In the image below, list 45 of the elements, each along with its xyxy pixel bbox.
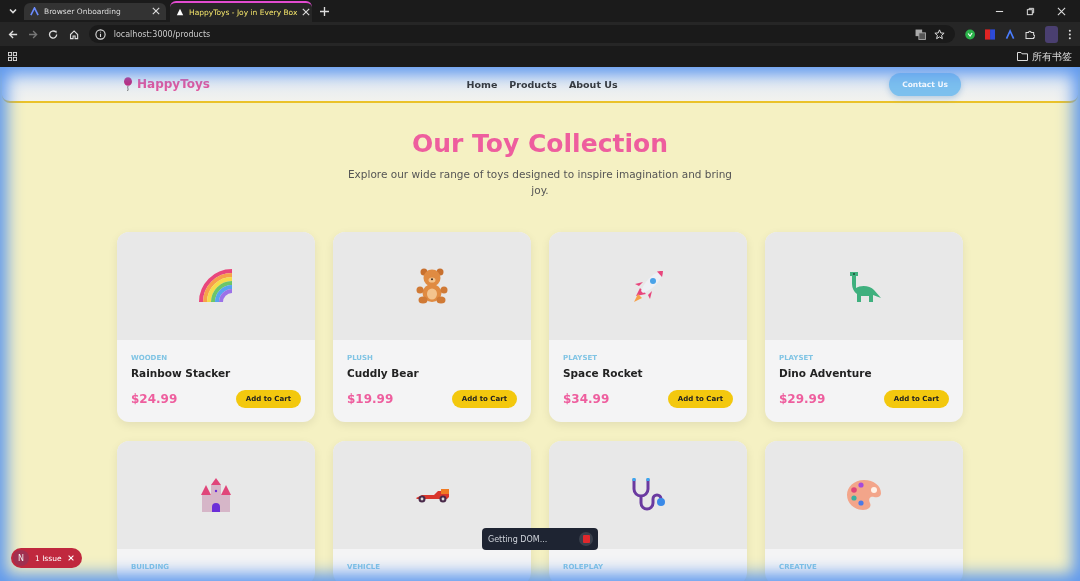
rainbow-icon [198,268,234,304]
product-price: $29.99 [779,392,826,406]
home-icon[interactable] [68,28,79,40]
all-bookmarks-button[interactable]: 所有书签 [1017,49,1072,64]
teddy-bear-icon [415,268,449,304]
page-subtitle: Explore our wide range of toys designed to inspire imagination and bring joy. [347,167,733,198]
nav-link[interactable]: Products [509,78,557,90]
race-car-icon [414,487,450,503]
nav-link[interactable]: Home [466,78,498,90]
stethoscope-icon [630,477,666,513]
product-name: Space Rocket [563,367,644,379]
chevron-down-icon [8,6,18,16]
close-icon[interactable] [152,7,160,15]
page-title: Our Toy Collection [412,129,668,158]
product-price: $19.99 [347,392,394,406]
tab-favicon-icon [176,8,184,16]
new-tab-icon[interactable] [320,6,329,16]
translate-icon[interactable] [914,28,926,40]
balloon-icon [123,77,133,91]
product-name: Rainbow Stacker [131,367,232,379]
status-text: Getting DOM... [488,534,548,544]
avatar-circle: N [13,550,29,566]
close-icon[interactable] [1057,6,1066,16]
restore-icon[interactable] [1026,6,1035,16]
folder-icon [1017,52,1028,61]
info-icon [94,28,106,40]
product-price: $34.99 [563,392,610,406]
apps-icon[interactable] [8,52,17,61]
back-icon[interactable] [8,28,19,40]
puzzle-icon[interactable] [1025,28,1036,40]
tab-favicon-icon [30,6,39,16]
reload-icon[interactable] [48,28,59,40]
castle-icon [199,477,233,513]
product-name: Cuddly Bear [347,367,420,379]
extension-icon[interactable] [964,28,975,40]
menu-icon[interactable] [1068,28,1072,40]
nav-link[interactable]: About Us [568,78,618,90]
paint-palette-icon [846,479,882,511]
forward-icon[interactable] [28,28,39,40]
product-price: $24.99 [131,392,178,406]
address-bar[interactable]: localhost:3000/products [88,25,955,43]
close-icon[interactable] [302,8,311,16]
product-name: Dino Adventure [779,367,873,379]
star-icon[interactable] [933,28,945,40]
stop-button[interactable] [579,532,593,546]
